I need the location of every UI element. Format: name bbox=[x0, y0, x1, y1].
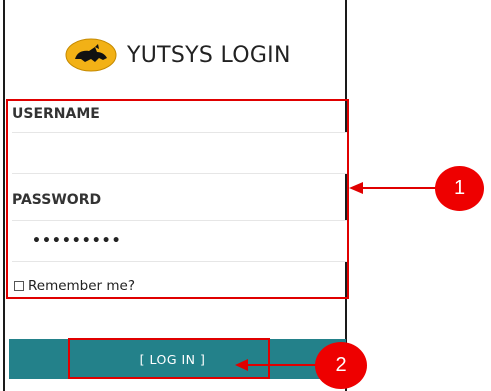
yellow-cat-logo-icon bbox=[65, 38, 117, 72]
arrow-1-head bbox=[349, 182, 363, 194]
callout-badge-1: 1 bbox=[435, 166, 484, 211]
password-field[interactable]: ••••••••• bbox=[12, 220, 349, 262]
screenshot-stage: YUTSYS LOGIN USERNAME PASSWORD •••••••••… bbox=[0, 0, 491, 391]
remember-me-row[interactable]: Remember me? bbox=[14, 278, 135, 294]
password-label: PASSWORD bbox=[12, 192, 102, 208]
login-button[interactable]: [ LOG IN ] bbox=[9, 339, 346, 379]
page-title: YUTSYS LOGIN bbox=[127, 42, 291, 68]
login-panel: YUTSYS LOGIN USERNAME PASSWORD •••••••••… bbox=[3, 0, 349, 391]
username-field[interactable] bbox=[12, 132, 349, 174]
callout-badge-2: 2 bbox=[315, 342, 367, 389]
login-button-label: [ LOG IN ] bbox=[139, 351, 206, 367]
username-label: USERNAME bbox=[12, 106, 100, 122]
remember-me-checkbox[interactable] bbox=[14, 281, 24, 291]
remember-me-label: Remember me? bbox=[28, 278, 136, 294]
login-header: YUTSYS LOGIN bbox=[65, 38, 291, 72]
